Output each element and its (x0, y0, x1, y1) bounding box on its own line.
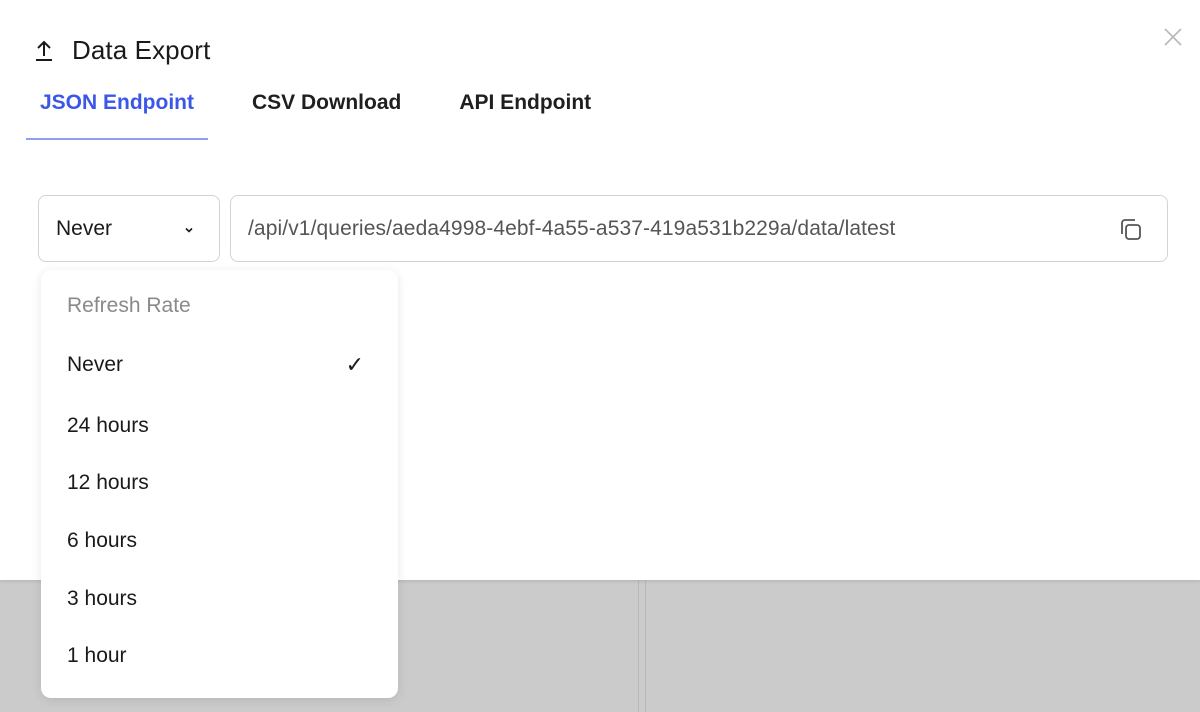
option-label: 3 hours (67, 587, 138, 610)
option-3-hours[interactable]: 3 hours (41, 574, 398, 624)
option-label: 1 hour (67, 644, 127, 667)
upload-arrow-icon (32, 38, 56, 62)
refresh-rate-select[interactable]: Never (38, 195, 220, 262)
tab-csv-download[interactable]: CSV Download (238, 80, 415, 140)
option-label: 24 hours (67, 414, 149, 437)
export-tabs: JSON Endpoint CSV Download API Endpoint (26, 80, 635, 140)
modal-header: Data Export (32, 30, 210, 70)
modal-title: Data Export (72, 34, 211, 65)
close-button[interactable] (1158, 24, 1188, 54)
tab-json-endpoint[interactable]: JSON Endpoint (26, 80, 208, 140)
divider (645, 580, 646, 712)
divider (638, 580, 639, 712)
option-label: 6 hours (67, 529, 138, 552)
refresh-rate-value: Never (56, 216, 113, 240)
refresh-rate-dropdown: Refresh Rate Never ✓ 24 hours 12 hours 6… (41, 270, 398, 698)
option-never[interactable]: Never ✓ (41, 340, 398, 390)
checkmark-icon: ✓ (345, 352, 364, 377)
option-12-hours[interactable]: 12 hours (41, 458, 398, 508)
close-icon (1163, 27, 1183, 52)
tab-api-endpoint[interactable]: API Endpoint (445, 80, 605, 140)
chevron-down-icon (183, 223, 195, 235)
endpoint-url-field[interactable]: /api/v1/queries/aeda4998-4ebf-4a55-a537-… (230, 195, 1168, 262)
dropdown-header: Refresh Rate (67, 294, 191, 317)
copy-icon[interactable] (1117, 216, 1145, 244)
option-6-hours[interactable]: 6 hours (41, 516, 398, 566)
option-1-hour[interactable]: 1 hour (41, 631, 398, 681)
option-label: Never (67, 353, 124, 376)
option-label: 12 hours (67, 471, 149, 494)
endpoint-url: /api/v1/queries/aeda4998-4ebf-4a55-a537-… (248, 216, 896, 240)
option-24-hours[interactable]: 24 hours (41, 401, 398, 451)
